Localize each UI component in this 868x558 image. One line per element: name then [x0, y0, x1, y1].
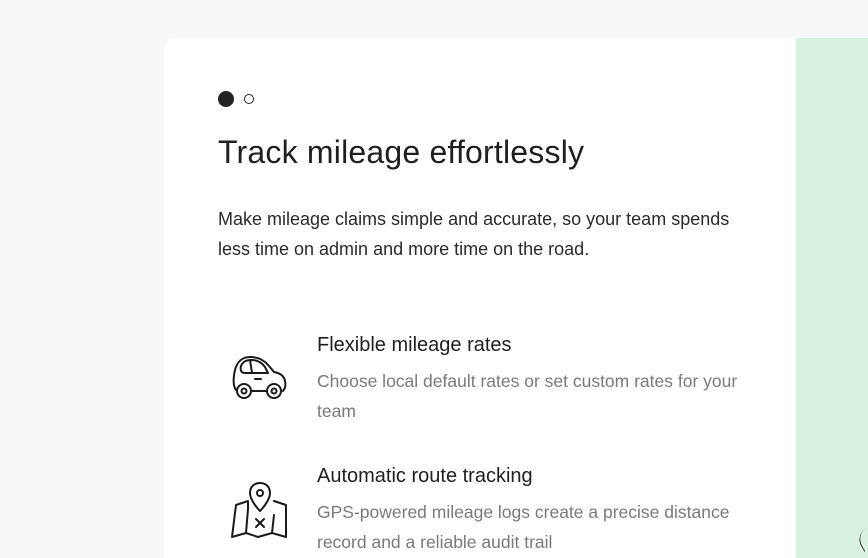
feature-title: Automatic route tracking [317, 465, 533, 487]
car-icon [228, 346, 290, 408]
illustration-panel [796, 38, 868, 558]
map-pin-icon [228, 479, 290, 541]
feature-description: GPS-powered mileage logs create a precis… [317, 502, 730, 552]
page-description: Make mileage claims simple and accurate,… [218, 209, 730, 259]
pagination-dot-1[interactable] [218, 91, 234, 107]
illustration-stroke [854, 524, 868, 552]
onboarding-card: Track mileage effortlessly Make mileage … [164, 38, 868, 558]
page-title: Track mileage effortlessly [218, 134, 585, 170]
feature-title: Flexible mileage rates [317, 334, 512, 356]
pagination-dots [218, 91, 254, 107]
pagination-dot-2[interactable] [244, 94, 254, 104]
feature-description: Choose local default rates or set custom… [317, 371, 738, 421]
